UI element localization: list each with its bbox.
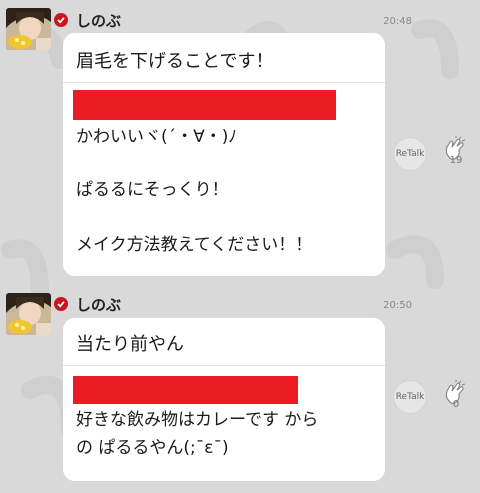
reply-line-2: の ぱるるやん(;¯ε¯) xyxy=(76,438,229,458)
post-time: 20:48 xyxy=(383,16,412,27)
message-bubble: 当たり前やん 好きな飲み物はカレーです から の ぱるるやん(;¯ε¯) xyxy=(63,318,385,481)
reply-line-1: 好きな飲み物はカレーです から xyxy=(76,410,319,430)
message-bubble: 眉毛を下げることです！ かわいいヾ(´・∀・)ﾉ ぱるるにそっくり！ メイク方法… xyxy=(63,33,385,276)
author-row: しのぶ xyxy=(54,294,121,314)
redacted-name xyxy=(73,376,298,404)
retalk-button[interactable]: ReTalk xyxy=(393,137,427,171)
clap-count: 0 xyxy=(452,399,460,410)
redacted-name xyxy=(73,90,336,120)
post-time: 20:50 xyxy=(383,300,412,311)
clap-count: 19 xyxy=(449,155,463,166)
avatar[interactable] xyxy=(6,8,51,50)
verified-check-icon xyxy=(54,297,68,311)
verified-check-icon xyxy=(54,13,68,27)
retalk-button[interactable]: ReTalk xyxy=(393,380,427,414)
author-row: しのぶ xyxy=(54,10,121,30)
message-text: 当たり前やん xyxy=(76,334,184,355)
author-name[interactable]: しのぶ xyxy=(76,10,121,31)
reply-line-5: メイク方法教えてください！！ xyxy=(76,235,313,255)
reply-line-1: かわいいヾ(´・∀・)ﾉ xyxy=(76,127,237,147)
message-text: 眉毛を下げることです！ xyxy=(76,51,274,72)
avatar[interactable] xyxy=(6,293,51,335)
reply-line-3: ぱるるにそっくり！ xyxy=(76,180,229,200)
bubble-divider xyxy=(63,82,385,83)
author-name[interactable]: しのぶ xyxy=(76,294,121,315)
bubble-divider xyxy=(63,365,385,366)
